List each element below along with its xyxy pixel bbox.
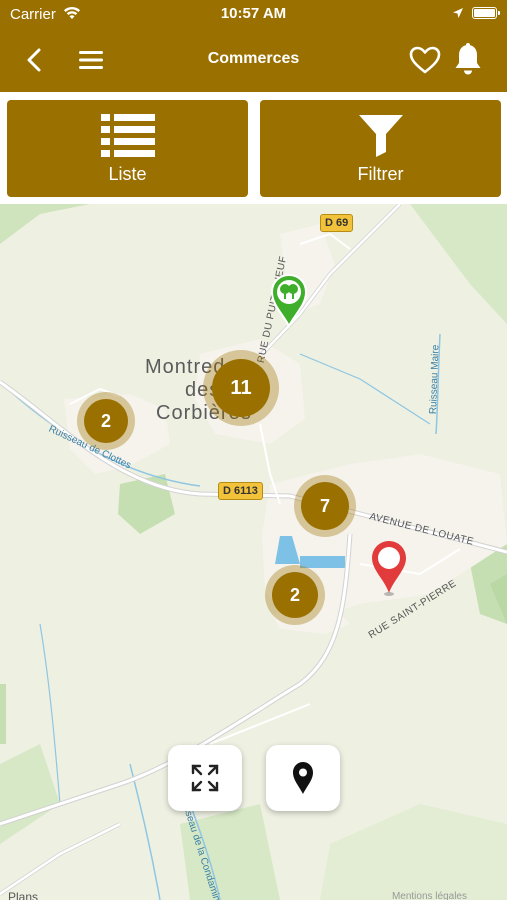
list-view-label: Liste [108,164,147,184]
action-bar: Liste Filtrer [0,92,507,204]
selected-map-pin[interactable] [369,539,409,597]
clock: 10:57 AM [220,5,287,22]
list-icon [101,114,155,157]
my-location-button[interactable] [266,745,340,811]
funnel-icon [359,115,403,157]
maps-attribution: Plans [8,890,39,900]
map-cluster-marker[interactable]: 2 [265,565,325,625]
filter-label: Filtrer [357,164,404,184]
heart-icon[interactable] [408,44,442,76]
map-cluster-marker[interactable]: 7 [294,475,356,537]
filter-button[interactable]: Filtrer [260,100,501,197]
cluster-count: 7 [301,482,349,530]
list-view-button[interactable]: Liste [7,100,248,197]
road-shield-d6113: D 6113 [218,482,263,500]
legal-link[interactable]: Mentions légales [392,891,467,900]
cluster-count: 2 [84,399,128,443]
location-arrow-icon [453,8,463,18]
bell-icon[interactable] [452,42,484,78]
cluster-count: 11 [212,359,270,417]
status-bar: Carrier 10:57 AM [0,0,507,30]
fit-bounds-button[interactable] [168,745,242,811]
map-cluster-marker[interactable]: 11 [203,350,279,426]
road-shield-d69: D 69 [320,214,354,232]
map-cluster-marker[interactable]: 2 [77,392,135,450]
expand-arrows-icon [191,764,219,792]
battery-icon [472,7,500,19]
map-tiles [0,204,507,900]
top-bar: Carrier 10:57 AM Commerces [0,0,507,92]
map-view[interactable]: D 69 D 6113 Montredon- des- Corbières AV… [0,204,507,900]
category-map-pin[interactable] [269,272,309,328]
navigation-bar: Commerces [0,30,507,92]
location-pin-icon [293,762,313,794]
cluster-count: 2 [272,572,318,618]
